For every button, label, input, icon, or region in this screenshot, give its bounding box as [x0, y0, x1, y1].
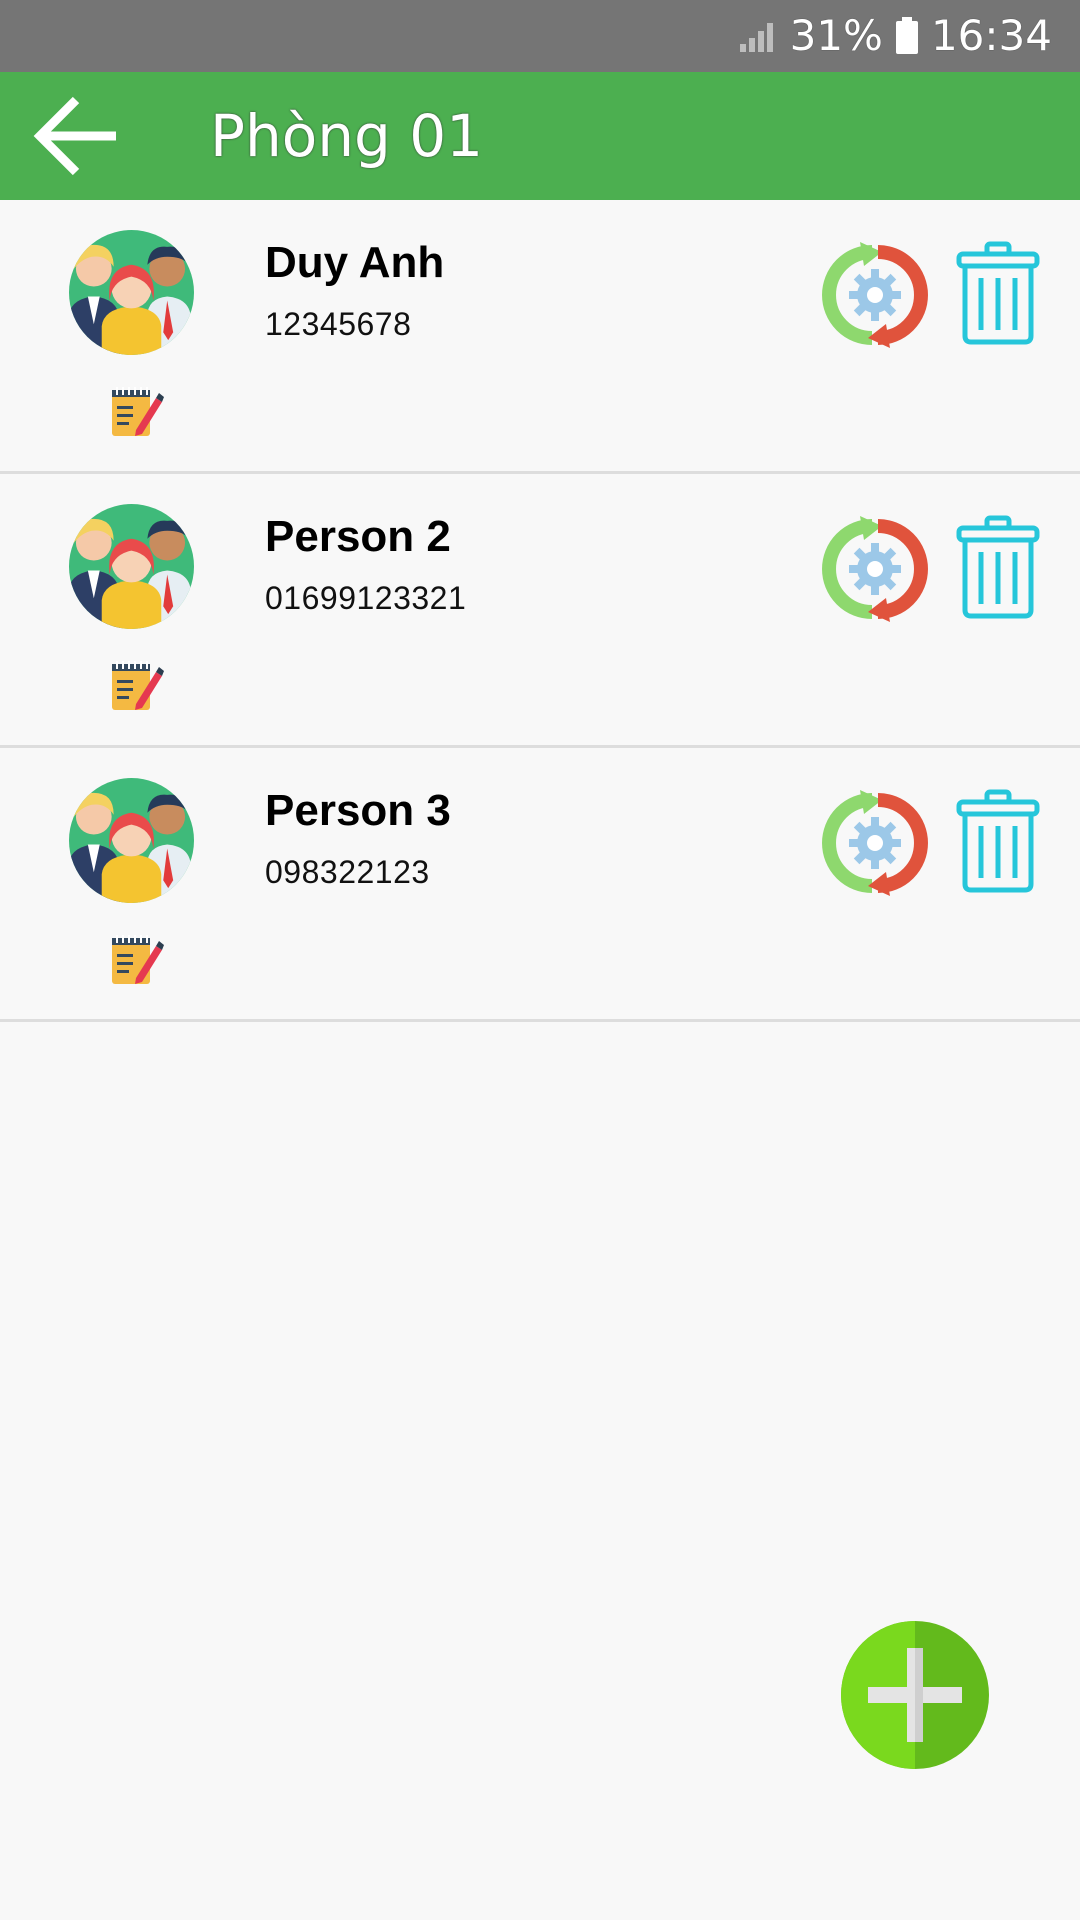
- person-phone: 098322123: [265, 854, 430, 890]
- person-name: Duy Anh: [265, 238, 445, 287]
- battery-percent: 31%: [789, 11, 883, 60]
- add-person-button[interactable]: [840, 1620, 990, 1770]
- battery-icon: [895, 17, 919, 55]
- status-indicators: 31% 16:34: [738, 0, 1052, 72]
- clock: 16:34: [930, 11, 1052, 60]
- arrow-left-icon: [33, 96, 116, 176]
- note-edit-icon[interactable]: [108, 658, 164, 714]
- page-title: Phòng 01: [210, 102, 484, 170]
- sync-settings-button[interactable]: [820, 240, 930, 350]
- person-name: Person 2: [265, 512, 451, 561]
- list-item[interactable]: Person 2 01699123321: [0, 474, 1080, 748]
- sync-settings-button[interactable]: [820, 788, 930, 898]
- note-edit-icon[interactable]: [108, 932, 164, 988]
- trash-icon[interactable]: [955, 514, 1041, 620]
- trash-icon[interactable]: [955, 240, 1041, 346]
- group-avatar-icon: [68, 777, 195, 904]
- back-button[interactable]: [30, 90, 122, 182]
- status-bar: 31% 16:34: [0, 0, 1080, 72]
- app-bar: Phòng 01: [0, 72, 1080, 200]
- group-avatar-icon: [68, 503, 195, 630]
- sync-settings-button[interactable]: [820, 514, 930, 624]
- person-phone: 01699123321: [265, 580, 467, 616]
- group-avatar-icon: [68, 229, 195, 356]
- person-list: Duy Anh 12345678 Person 2 01699123321 Pe…: [0, 200, 1080, 1022]
- note-edit-icon[interactable]: [108, 384, 164, 440]
- person-name: Person 3: [265, 786, 451, 835]
- trash-icon[interactable]: [955, 788, 1041, 894]
- list-item[interactable]: Person 3 098322123: [0, 748, 1080, 1022]
- list-item[interactable]: Duy Anh 12345678: [0, 200, 1080, 474]
- signal-icon: [738, 20, 778, 52]
- person-phone: 12345678: [265, 306, 412, 342]
